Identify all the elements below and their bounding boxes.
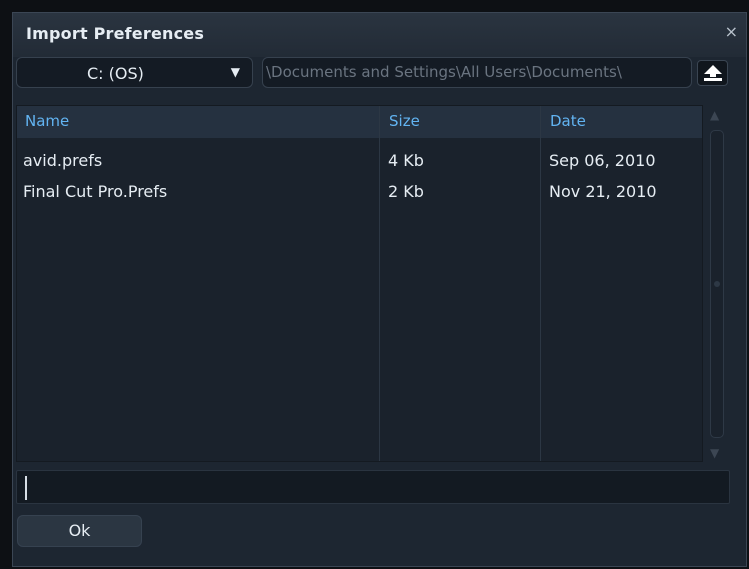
- scroll-up-icon[interactable]: ▲: [710, 108, 719, 122]
- vertical-scrollbar[interactable]: ▲ ▼: [708, 108, 725, 460]
- file-date: Nov 21, 2010: [549, 182, 657, 201]
- arrow-up-icon: [704, 65, 722, 81]
- file-list-header: Name Size Date: [17, 106, 702, 138]
- column-header-size[interactable]: Size: [389, 112, 420, 130]
- title-bar: Import Preferences ×: [13, 13, 746, 57]
- table-row[interactable]: Final Cut Pro.Prefs 2 Kb Nov 21, 2010: [17, 178, 702, 206]
- drive-select-value: C: (OS): [87, 64, 144, 83]
- text-cursor: [25, 476, 27, 500]
- file-size: 2 Kb: [388, 182, 424, 201]
- scrollbar-grip-icon: [714, 281, 720, 287]
- file-name: Final Cut Pro.Prefs: [23, 182, 168, 201]
- path-field[interactable]: \Documents and Settings\All Users\Docume…: [262, 57, 692, 88]
- file-list: Name Size Date avid.prefs 4 Kb Sep 06, 2…: [16, 105, 703, 462]
- column-header-date[interactable]: Date: [550, 112, 586, 130]
- table-row[interactable]: avid.prefs 4 Kb Sep 06, 2010: [17, 147, 702, 175]
- ok-button[interactable]: Ok: [17, 515, 142, 547]
- dialog-title: Import Preferences: [26, 24, 205, 43]
- scrollbar-thumb[interactable]: [710, 130, 724, 438]
- column-header-name[interactable]: Name: [25, 112, 69, 130]
- file-size: 4 Kb: [388, 151, 424, 170]
- file-name: avid.prefs: [23, 151, 103, 170]
- scroll-down-icon[interactable]: ▼: [710, 446, 719, 460]
- up-directory-button[interactable]: [697, 60, 728, 86]
- drive-select[interactable]: C: (OS) ▼: [16, 57, 253, 88]
- dropdown-caret-icon: ▼: [230, 65, 240, 79]
- close-icon[interactable]: ×: [725, 23, 738, 41]
- file-date: Sep 06, 2010: [549, 151, 656, 170]
- filename-input[interactable]: [16, 470, 730, 504]
